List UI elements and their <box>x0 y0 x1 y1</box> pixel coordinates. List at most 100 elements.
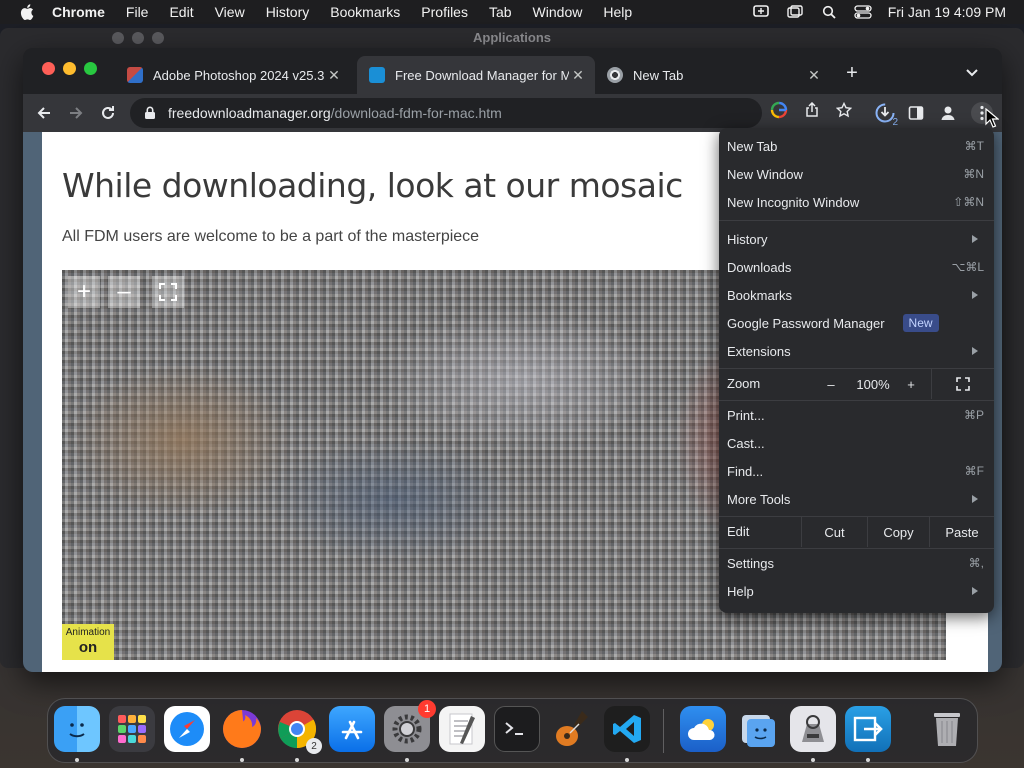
window-controls <box>42 62 97 75</box>
mosaic-fullscreen-icon[interactable] <box>152 276 184 308</box>
system-utility-icon[interactable] <box>790 706 836 752</box>
back-arrow-icon[interactable] <box>33 102 55 124</box>
zoom-out-button[interactable]: – <box>817 369 845 399</box>
site-info-icon[interactable] <box>142 105 158 121</box>
screen-mirroring-icon[interactable] <box>752 4 770 20</box>
menu-item-extensions[interactable]: Extensions <box>719 338 994 364</box>
menu-help[interactable]: Help <box>603 4 632 20</box>
tab-free-download-manager[interactable]: Free Download Manager for M ✕ <box>357 56 595 94</box>
menu-item-shortcut: ⇧⌘N <box>953 195 984 209</box>
menu-item-find[interactable]: Find... ⌘F <box>719 458 994 484</box>
menu-edit[interactable]: Edit <box>169 4 193 20</box>
tab-photoshop[interactable]: Adobe Photoshop 2024 v25.3 ✕ <box>115 56 351 94</box>
menu-item-shortcut: ⌘T <box>964 139 984 153</box>
reload-icon[interactable] <box>97 102 119 124</box>
close-tab-icon[interactable]: ✕ <box>325 66 343 84</box>
menu-item-downloads[interactable]: Downloads ⌥⌘L <box>719 254 994 280</box>
firefox-icon[interactable] <box>219 706 265 752</box>
profile-avatar-icon[interactable] <box>937 102 959 124</box>
copy-button[interactable]: Copy <box>867 517 929 547</box>
download-count-badge: 2 <box>892 117 898 128</box>
minimize-window-button[interactable] <box>63 62 76 75</box>
weather-cloud-icon[interactable] <box>680 706 726 752</box>
menu-item-label: Print... <box>727 407 765 423</box>
terminal-icon[interactable] <box>494 706 540 752</box>
menu-file[interactable]: File <box>126 4 149 20</box>
zoom-in-button[interactable]: + <box>901 369 921 399</box>
menu-window[interactable]: Window <box>533 4 583 20</box>
menu-item-cast[interactable]: Cast... <box>719 430 994 456</box>
menu-bookmarks[interactable]: Bookmarks <box>330 4 400 20</box>
menu-item-bookmarks[interactable]: Bookmarks <box>719 282 994 308</box>
address-bar[interactable]: freedownloadmanager.org/download-fdm-for… <box>130 98 762 128</box>
tab-strip: Adobe Photoshop 2024 v25.3 ✕ Free Downlo… <box>23 48 1002 94</box>
menu-item-more-tools[interactable]: More Tools <box>719 486 994 512</box>
tab-search-chevron-icon[interactable] <box>961 62 983 84</box>
menu-item-help[interactable]: Help <box>719 578 994 604</box>
window-tiles-icon[interactable] <box>786 4 804 20</box>
menu-profiles[interactable]: Profiles <box>421 4 468 20</box>
menu-app-chrome[interactable]: Chrome <box>52 4 105 20</box>
menu-item-label: Find... <box>727 463 764 479</box>
new-tab-plus-icon[interactable]: + <box>841 62 863 84</box>
downloads-icon[interactable]: 2 <box>874 102 898 128</box>
menu-item-new-incognito-window[interactable]: New Incognito Window ⇧⌘N <box>719 189 994 215</box>
animation-toggle-badge[interactable]: Animation on <box>62 624 114 660</box>
menu-item-history[interactable]: History <box>719 226 994 252</box>
paste-button[interactable]: Paste <box>929 517 994 547</box>
menu-history[interactable]: History <box>266 4 310 20</box>
textedit-icon[interactable] <box>439 706 485 752</box>
cut-button[interactable]: Cut <box>801 517 867 547</box>
menu-item-label: New Window <box>727 166 803 182</box>
finder-folder-icon[interactable] <box>735 706 781 752</box>
apple-icon[interactable] <box>18 3 36 21</box>
finder-icon[interactable] <box>54 706 100 752</box>
menu-edit-row: Edit Cut Copy Paste <box>719 517 994 547</box>
garageband-icon[interactable] <box>549 706 595 752</box>
menubar-clock[interactable]: Fri Jan 19 4:09 PM <box>888 4 1006 20</box>
mosaic-zoom-in-icon[interactable]: + <box>68 276 100 308</box>
forward-arrow-icon[interactable] <box>65 102 87 124</box>
menu-zoom-row: Zoom – 100% + <box>719 369 994 399</box>
side-panel-icon[interactable] <box>905 102 927 124</box>
chrome-main-menu: New Tab ⌘T New Window ⌘N New Incognito W… <box>719 128 994 613</box>
menu-item-new-window[interactable]: New Window ⌘N <box>719 161 994 187</box>
tab-new-tab[interactable]: New Tab ✕ <box>595 56 831 94</box>
submenu-arrow-icon <box>970 234 980 244</box>
running-indicator <box>405 758 409 762</box>
menu-item-password-manager[interactable]: Google Password Manager New <box>719 310 994 336</box>
menu-item-settings[interactable]: Settings ⌘, <box>719 550 994 576</box>
zoom-window-button[interactable] <box>84 62 97 75</box>
url-host: freedownloadmanager.org <box>168 105 331 121</box>
control-center-icon[interactable] <box>854 4 872 20</box>
menu-tab[interactable]: Tab <box>489 4 512 20</box>
mosaic-zoom-out-icon[interactable]: – <box>108 276 140 308</box>
close-tab-icon[interactable]: ✕ <box>805 66 823 84</box>
menu-item-label: Cast... <box>727 435 765 451</box>
menu-item-shortcut: ⌘F <box>964 464 984 478</box>
fullscreen-icon[interactable] <box>931 369 994 399</box>
menu-item-new-tab[interactable]: New Tab ⌘T <box>719 133 994 159</box>
running-indicator <box>75 758 79 762</box>
chrome-icon[interactable]: 2 <box>274 706 322 754</box>
share-icon[interactable] <box>803 101 821 119</box>
tab-title: New Tab <box>633 67 684 83</box>
running-indicator <box>811 758 815 762</box>
bookmark-star-icon[interactable] <box>835 101 853 119</box>
vs-code-icon[interactable] <box>604 706 650 752</box>
trash-icon[interactable] <box>924 706 970 752</box>
safari-icon[interactable] <box>164 706 210 752</box>
fdm-app-icon[interactable] <box>845 706 891 752</box>
launchpad-icon[interactable] <box>109 706 155 752</box>
app-store-icon[interactable] <box>329 706 375 752</box>
menu-view[interactable]: View <box>215 4 245 20</box>
spotlight-search-icon[interactable] <box>820 4 838 20</box>
close-window-button[interactable] <box>42 62 55 75</box>
chrome-favicon-icon <box>607 67 623 83</box>
google-lens-icon[interactable] <box>770 101 788 119</box>
system-settings-icon[interactable]: 1 <box>384 700 436 752</box>
menu-item-label: Downloads <box>727 259 792 275</box>
close-tab-icon[interactable]: ✕ <box>569 66 587 84</box>
menu-item-print[interactable]: Print... ⌘P <box>719 402 994 428</box>
menu-item-shortcut: ⌘N <box>963 167 984 181</box>
